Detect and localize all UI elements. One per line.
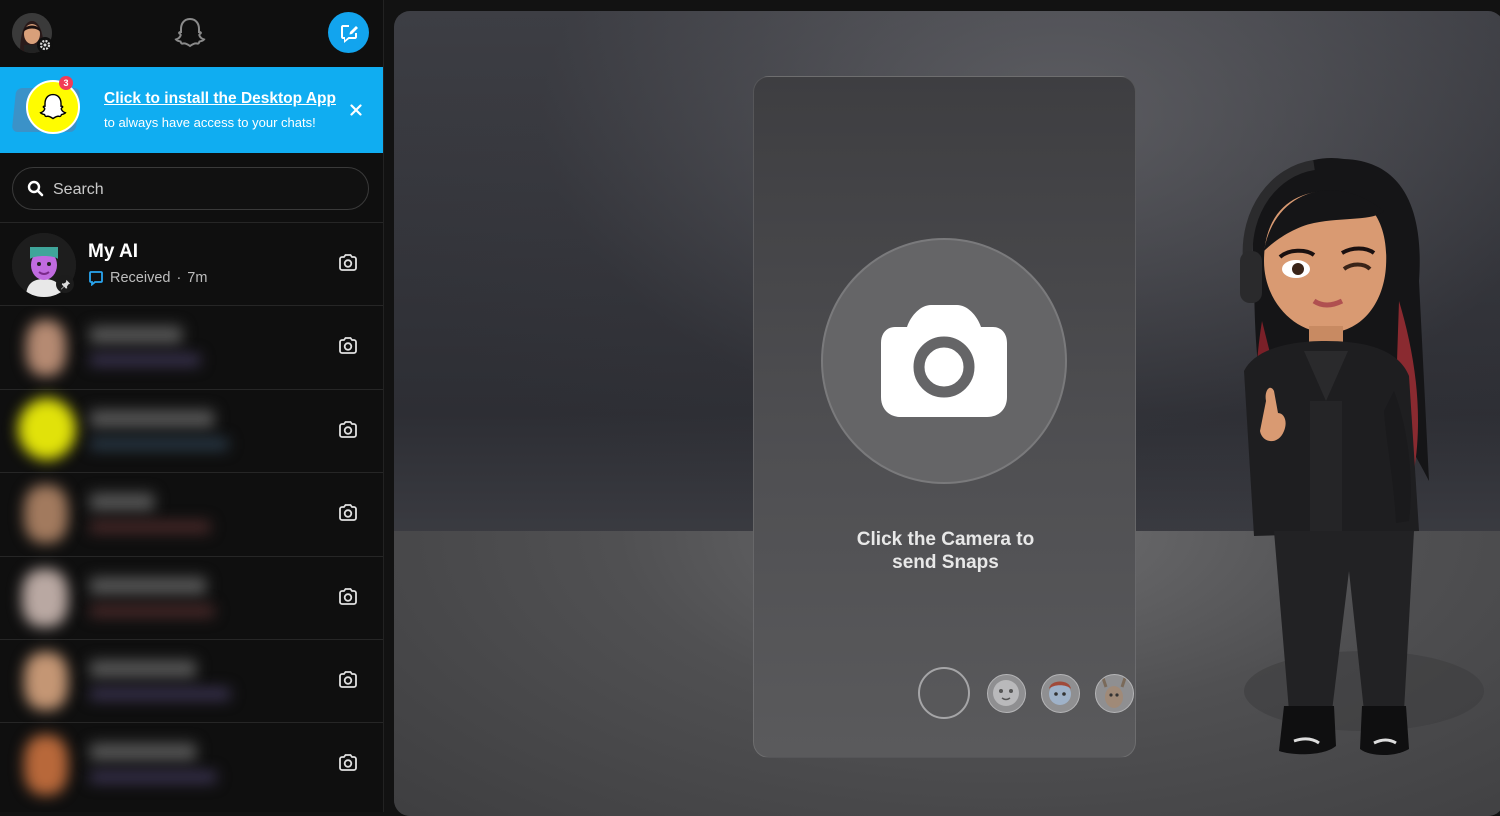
sidebar: 3 Click to install the Desktop App to al… xyxy=(0,0,384,812)
lens-none[interactable] xyxy=(918,667,970,719)
chat-status: Received · 7m xyxy=(88,270,207,286)
chat-list: My AI Received · 7m xyxy=(0,222,383,806)
camera-icon[interactable] xyxy=(334,749,362,777)
notification-badge: 3 xyxy=(59,76,73,90)
ghost-logo-icon[interactable] xyxy=(172,15,208,51)
camera-icon xyxy=(881,305,1007,417)
chat-item-blurred[interactable] xyxy=(0,388,383,472)
blurred-status xyxy=(90,437,228,450)
camera-icon[interactable] xyxy=(334,416,362,444)
camera-icon[interactable] xyxy=(334,666,362,694)
pin-icon xyxy=(56,275,74,293)
blurred-name xyxy=(90,493,154,512)
blurred-name xyxy=(90,743,196,762)
chat-time: 7m xyxy=(187,270,208,286)
blurred-name xyxy=(90,326,182,345)
chat-item-blurred[interactable] xyxy=(0,305,383,388)
camera-instructions: Click the Camera to send Snaps xyxy=(754,528,1137,574)
blurred-avatar xyxy=(24,735,68,796)
camera-icon[interactable] xyxy=(334,499,362,527)
new-chat-button[interactable] xyxy=(328,12,369,53)
blurred-status xyxy=(90,521,210,534)
blurred-status xyxy=(90,687,230,700)
search-bar xyxy=(12,167,369,211)
blurred-status xyxy=(90,354,200,367)
blurred-avatar xyxy=(22,568,68,627)
close-icon[interactable] xyxy=(346,100,366,120)
camera-icon[interactable] xyxy=(334,332,362,360)
main-stage: Click the Camera to send Snaps xyxy=(394,11,1500,816)
camera-icon[interactable] xyxy=(334,249,362,277)
blurred-avatar xyxy=(24,485,68,544)
gear-icon[interactable] xyxy=(37,37,53,53)
install-desktop-link[interactable]: Click to install the Desktop App xyxy=(104,90,336,108)
chat-item-blurred[interactable] xyxy=(0,555,383,639)
blurred-name xyxy=(90,576,206,595)
blurred-avatar xyxy=(26,320,66,377)
chat-status-text: Received xyxy=(110,270,171,286)
new-chat-icon xyxy=(340,24,358,43)
camera-text-line2: send Snaps xyxy=(892,552,999,573)
chat-item-blurred[interactable] xyxy=(0,638,383,722)
blurred-name xyxy=(90,659,196,678)
search-input[interactable] xyxy=(51,168,355,211)
chat-item-blurred[interactable] xyxy=(0,472,383,555)
blurred-name xyxy=(90,409,214,428)
snapchat-app-icon xyxy=(26,80,80,134)
blurred-avatar xyxy=(18,397,76,460)
camera-button[interactable] xyxy=(821,238,1067,484)
banner-subtext: to always have access to your chats! xyxy=(104,115,316,130)
camera-icon[interactable] xyxy=(334,583,362,611)
lens-face[interactable] xyxy=(987,674,1026,713)
status-separator: · xyxy=(176,270,182,286)
chat-item-blurred[interactable] xyxy=(0,722,383,805)
sidebar-topbar xyxy=(0,0,383,67)
chat-name: My AI xyxy=(88,241,138,262)
chat-bubble-icon xyxy=(89,271,103,286)
chat-item-my-ai[interactable]: My AI Received · 7m xyxy=(0,222,383,305)
blurred-avatar xyxy=(24,651,68,710)
lens-character[interactable] xyxy=(1041,674,1080,713)
camera-text-line1: Click the Camera to xyxy=(856,529,1035,550)
lens-animal[interactable] xyxy=(1095,674,1134,713)
camera-card: Click the Camera to send Snaps xyxy=(753,76,1136,758)
search-icon xyxy=(27,180,44,197)
blurred-status xyxy=(90,604,214,617)
blurred-status xyxy=(90,771,216,784)
bitmoji-avatar xyxy=(1240,157,1484,755)
